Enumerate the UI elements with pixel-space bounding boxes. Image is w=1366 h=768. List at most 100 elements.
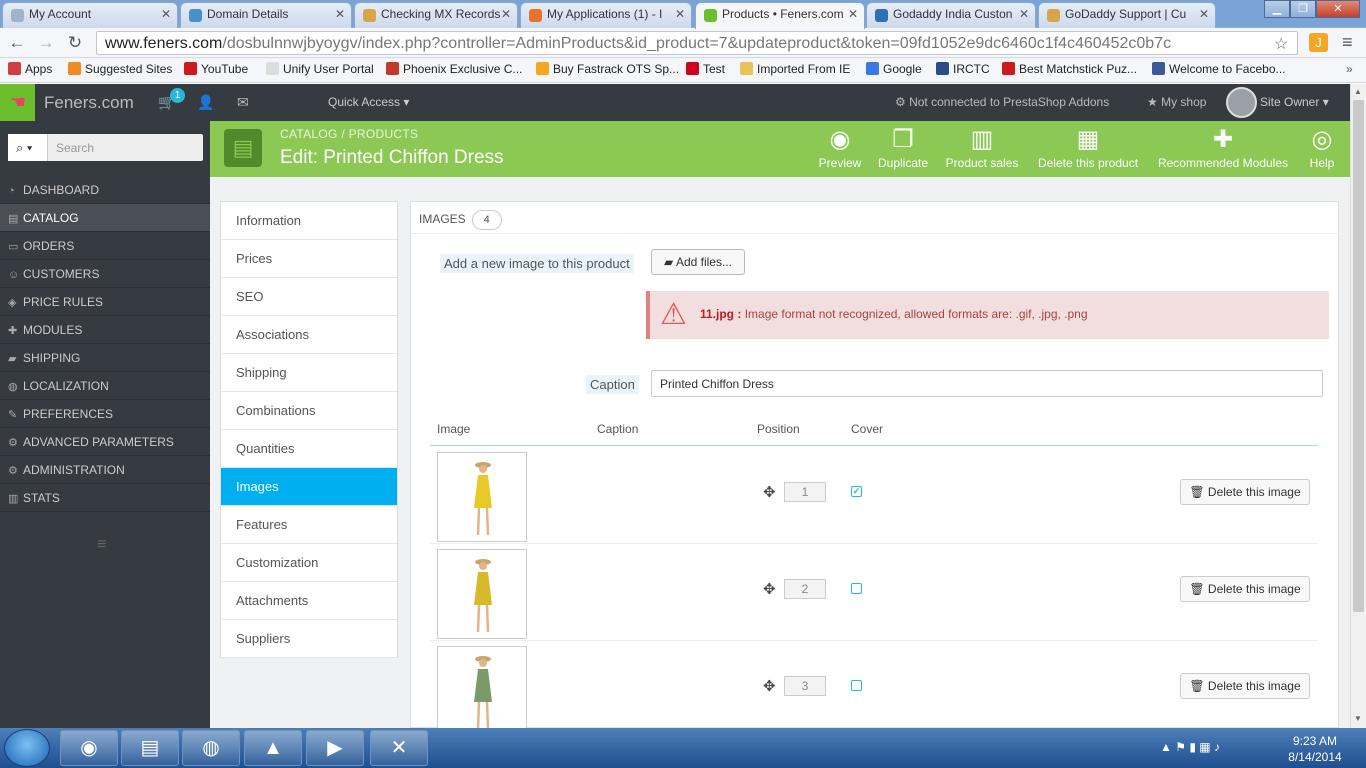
bookmark-youtube[interactable]: YouTube <box>184 62 248 76</box>
bookmark-phoenix[interactable]: Phoenix Exclusive C... <box>386 62 522 76</box>
tab-prices[interactable]: Prices <box>221 240 397 278</box>
user-icon[interactable]: 👤 <box>197 94 214 111</box>
tab-information[interactable]: Information <box>221 202 397 240</box>
delete-image-button[interactable]: 🗑 Delete this image <box>1180 479 1310 505</box>
bookmark-unify[interactable]: Unify User Portal <box>266 62 374 76</box>
excel-icon[interactable]: ✕ <box>370 730 428 766</box>
battery-icon[interactable]: ▮ <box>1189 740 1196 754</box>
cover-checkbox[interactable]: ✓ <box>851 486 862 497</box>
tab-my-account[interactable]: My Account ✕ <box>2 2 178 28</box>
volume-icon[interactable]: ♪ <box>1214 740 1220 754</box>
bookmark-imported-ie[interactable]: Imported From IE <box>740 62 850 76</box>
position-input[interactable]: 2 <box>784 579 826 599</box>
page-scrollbar[interactable]: ▲ ▼ <box>1350 84 1366 728</box>
tab-shipping[interactable]: Shipping <box>221 354 397 392</box>
search-input[interactable]: Search <box>56 141 94 155</box>
scroll-up-icon[interactable]: ▲ <box>1354 87 1362 96</box>
tab-domain-details[interactable]: Domain Details ✕ <box>180 2 352 28</box>
tab-my-applications[interactable]: My Applications (1) - I ✕ <box>520 2 692 28</box>
tab-seo[interactable]: SEO <box>221 278 397 316</box>
tab-combinations[interactable]: Combinations <box>221 392 397 430</box>
minimize-icon[interactable]: ▁ <box>1264 0 1290 18</box>
my-shop-link[interactable]: ★ My shop <box>1147 95 1206 109</box>
bookmark-suggested-sites[interactable]: Suggested Sites <box>68 62 172 76</box>
delete-image-button[interactable]: 🗑 Delete this image <box>1180 576 1310 602</box>
avatar[interactable] <box>1226 87 1257 118</box>
bookmark-facebook[interactable]: Welcome to Facebo... <box>1152 62 1286 76</box>
sidebar-item-modules[interactable]: ✚ MODULES <box>0 316 210 344</box>
product-image-thumbnail[interactable] <box>437 549 527 639</box>
media-player-icon[interactable]: ▶ <box>306 730 364 766</box>
drag-move-icon[interactable]: ✥ <box>763 677 776 695</box>
toolbar-delete-this-product-button[interactable]: ▦ Delete this product <box>1033 124 1143 174</box>
drag-move-icon[interactable]: ✥ <box>763 483 776 501</box>
sidebar-item-orders[interactable]: ▭ ORDERS <box>0 232 210 260</box>
addons-status[interactable]: ⚙ Not connected to PrestaShop Addons <box>895 95 1109 109</box>
bookmark-apps[interactable]: Apps <box>8 62 52 76</box>
sidebar-item-advanced-parameters[interactable]: ⚙ ADVANCED PARAMETERS <box>0 428 210 456</box>
tray-expand-icon[interactable]: ▲ <box>1160 740 1172 754</box>
chrome-icon[interactable]: ◉ <box>60 730 118 766</box>
sidebar-item-localization[interactable]: ◍ LOCALIZATION <box>0 372 210 400</box>
toolbar-duplicate-button[interactable]: ❐ Duplicate <box>875 124 931 174</box>
sidebar-item-catalog[interactable]: ▤ CATALOG <box>0 204 210 232</box>
bookmark-fastrack[interactable]: Buy Fastrack OTS Sp... <box>536 62 679 76</box>
prestashop-logo[interactable]: ☚ <box>0 84 35 121</box>
close-icon[interactable]: ✕ <box>161 7 171 21</box>
close-icon[interactable]: ✕ <box>848 7 858 21</box>
tab-mx-records[interactable]: Checking MX Records ✕ <box>354 2 518 28</box>
sidebar-item-administration[interactable]: ⚙ ADMINISTRATION <box>0 456 210 484</box>
vlc-icon[interactable]: ▲ <box>244 730 302 766</box>
product-image-thumbnail[interactable] <box>437 452 527 542</box>
back-icon[interactable]: ← <box>6 32 28 54</box>
tab-godaddy-support[interactable]: GoDaddy Support | Cu ✕ <box>1038 2 1216 28</box>
bookmark-star-icon[interactable]: ☆ <box>1274 34 1288 54</box>
tab-suppliers[interactable]: Suppliers <box>221 620 397 658</box>
sidebar-item-shipping[interactable]: ▰ SHIPPING <box>0 344 210 372</box>
reload-icon[interactable]: ↻ <box>64 32 86 54</box>
bookmark-irctc[interactable]: IRCTC <box>936 62 990 76</box>
search-icon[interactable]: ⌕ ▾ <box>8 134 48 161</box>
sidebar-item-stats[interactable]: ▥ STATS <box>0 484 210 512</box>
system-clock[interactable]: 9:23 AM 8/14/2014 <box>1280 733 1350 765</box>
toolbar-product-sales-button[interactable]: ▥ Product sales <box>943 124 1021 174</box>
quick-access-menu[interactable]: Quick Access ▾ <box>328 95 409 109</box>
tab-attachments[interactable]: Attachments <box>221 582 397 620</box>
window-close-icon[interactable]: ✕ <box>1316 0 1360 18</box>
sidebar-item-price-rules[interactable]: ◈ PRICE RULES <box>0 288 210 316</box>
product-image-thumbnail[interactable] <box>437 646 527 736</box>
url-input[interactable]: www.feners.com/dosbulnnwjbyoygv/index.ph… <box>96 31 1298 55</box>
caption-input[interactable] <box>651 370 1323 397</box>
close-icon[interactable]: ✕ <box>675 7 685 21</box>
tab-associations[interactable]: Associations <box>221 316 397 354</box>
firefox-icon[interactable]: ◍ <box>182 730 240 766</box>
bookmark-test[interactable]: Test <box>686 62 725 76</box>
bookmark-matchstick[interactable]: Best Matchstick Puz... <box>1002 62 1137 76</box>
sidebar-item-customers[interactable]: ☺ CUSTOMERS <box>0 260 210 288</box>
breadcrumb-catalog[interactable]: CATALOG <box>280 127 338 141</box>
bookmarks-overflow-icon[interactable]: » <box>1346 62 1353 76</box>
breadcrumb-products[interactable]: PRODUCTS <box>349 127 419 141</box>
explorer-folder-icon[interactable]: ▤ <box>121 730 179 766</box>
drag-move-icon[interactable]: ✥ <box>763 580 776 598</box>
envelope-icon[interactable]: ✉ <box>237 94 249 111</box>
cover-checkbox[interactable] <box>851 680 862 691</box>
tab-quantities[interactable]: Quantities <box>221 430 397 468</box>
toolbar-preview-button[interactable]: ◉ Preview <box>816 124 864 174</box>
sidebar-item-preferences[interactable]: ✎ PREFERENCES <box>0 400 210 428</box>
add-files-button[interactable]: ▰ Add files... <box>651 249 745 275</box>
tab-features[interactable]: Features <box>221 506 397 544</box>
tab-godaddy-india[interactable]: Godaddy India Custon ✕ <box>866 2 1036 28</box>
close-icon[interactable]: ✕ <box>1019 7 1029 21</box>
scrollbar-thumb[interactable] <box>1353 100 1364 612</box>
close-icon[interactable]: ✕ <box>1199 7 1209 21</box>
tab-images[interactable]: Images <box>221 468 397 506</box>
network-icon[interactable]: ▦ <box>1199 740 1210 754</box>
action-center-icon[interactable]: ⚑ <box>1175 740 1186 754</box>
tab-products[interactable]: Products • Feners.com ✕ <box>695 2 865 29</box>
toolbar-recommended-modules-button[interactable]: ✚ Recommended Modules <box>1154 124 1292 174</box>
delete-image-button[interactable]: 🗑 Delete this image <box>1180 673 1310 699</box>
maximize-icon[interactable]: ❐ <box>1290 0 1316 18</box>
sidebar-item-dashboard[interactable]: ◔ DASHBOARD <box>0 176 210 204</box>
position-input[interactable]: 3 <box>784 676 826 696</box>
